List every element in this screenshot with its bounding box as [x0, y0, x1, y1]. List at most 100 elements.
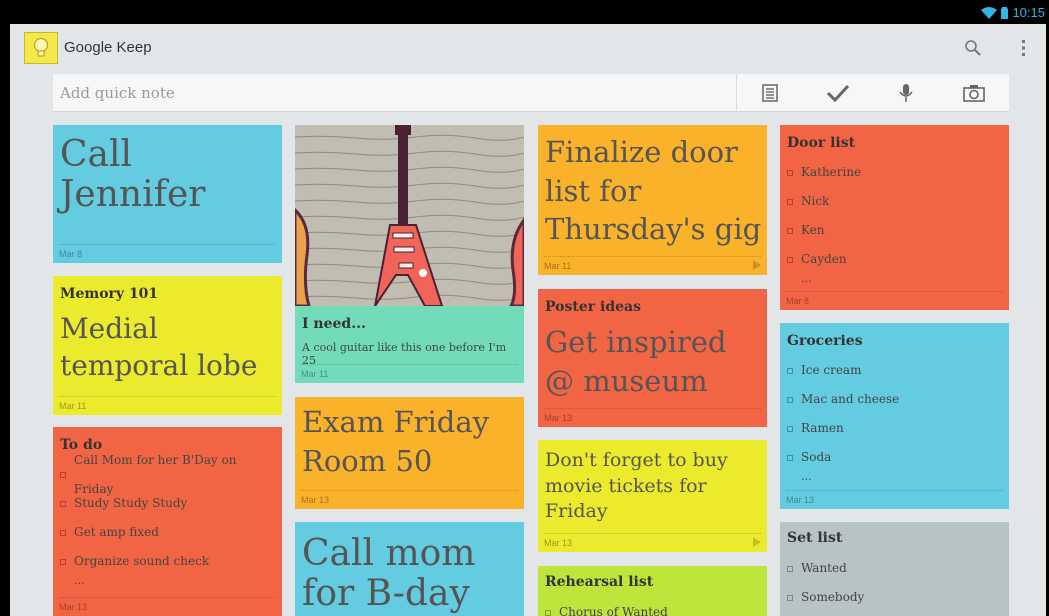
checklist-item[interactable]: Ice cream	[787, 356, 1002, 385]
more-items-ellipsis: ...	[801, 272, 812, 285]
note-card-finalize-door-list[interactable]: Finalize door list for Thursday's gig Ma…	[538, 125, 767, 275]
checklist-item-label: Cayden	[801, 252, 847, 266]
checklist-item[interactable]: Ken	[787, 216, 1002, 245]
new-text-note-button[interactable]	[737, 74, 803, 112]
more-items-ellipsis: ...	[74, 574, 85, 587]
checkbox[interactable]	[787, 565, 793, 572]
checkbox[interactable]	[60, 529, 66, 536]
shared-corner-icon	[753, 260, 761, 270]
overflow-menu-button[interactable]	[1018, 36, 1030, 60]
note-date: Mar 13	[786, 495, 815, 505]
new-list-button[interactable]	[805, 74, 871, 112]
checklist-item[interactable]: Somebody	[787, 583, 1002, 612]
note-card-exam[interactable]: Exam Friday Room 50 Mar 13	[295, 397, 524, 509]
note-card-memory[interactable]: Memory 101 Medial temporal lobe Mar 11	[53, 276, 282, 415]
checkmark-icon	[826, 84, 850, 102]
checklist-item-label: Organize sound check	[74, 554, 210, 568]
guitar-image	[295, 125, 524, 306]
divider	[301, 364, 518, 365]
checklist-item[interactable]: Soda	[787, 443, 1002, 472]
note-card-todo[interactable]: To do Call Mom for her B'Day on Friday S…	[53, 427, 282, 616]
photo-note-button[interactable]	[941, 74, 1007, 112]
checkbox[interactable]	[545, 609, 551, 616]
note-card-call-mom[interactable]: Call mom for B-day	[295, 522, 524, 616]
note-card-rehearsal-list[interactable]: Rehearsal list Chorus of Wanted	[538, 566, 767, 616]
note-title: I need...	[302, 316, 366, 332]
checkbox[interactable]	[787, 227, 793, 234]
checkbox[interactable]	[787, 594, 793, 601]
checklist-item[interactable]: Katherine	[787, 158, 1002, 187]
checkbox[interactable]	[60, 471, 66, 478]
note-body: Don't forget to buy movie tickets for Fr…	[545, 449, 728, 523]
note-card-groceries[interactable]: Groceries Ice cream Mac and cheese Ramen…	[780, 323, 1009, 509]
search-button[interactable]	[961, 36, 985, 60]
checklist-item[interactable]: Organize sound check	[60, 547, 275, 576]
checklist-item-label: Mac and cheese	[801, 392, 900, 406]
clock: 10:15	[1012, 5, 1045, 20]
checklist-item-label: Get amp fixed	[74, 525, 159, 539]
checklist-item[interactable]: Cayden	[787, 245, 1002, 274]
checklist: Wanted Somebody	[787, 554, 1002, 612]
note-card-call-jennifer[interactable]: Call Jennifer Mar 8	[53, 125, 282, 263]
app-title: Google Keep	[64, 39, 152, 56]
checklist-item-label: Chorus of Wanted	[559, 605, 668, 616]
note-title: Groceries	[787, 333, 863, 349]
checkbox[interactable]	[60, 500, 66, 507]
checklist: Katherine Nick Ken Cayden	[787, 158, 1002, 274]
checkbox[interactable]	[787, 169, 793, 176]
divider	[59, 396, 276, 397]
checklist-item[interactable]: Chorus of Wanted	[545, 598, 760, 616]
more-items-ellipsis: ...	[801, 470, 812, 483]
checkbox[interactable]	[787, 425, 793, 432]
checklist-item[interactable]: Get amp fixed	[60, 518, 275, 547]
checkbox[interactable]	[60, 558, 66, 565]
checklist-item-label: Wanted	[801, 561, 847, 575]
note-body: Exam Friday Room 50	[302, 405, 490, 478]
note-date: Mar 13	[59, 602, 88, 612]
checkbox[interactable]	[787, 198, 793, 205]
note-date: Mar 8	[786, 296, 810, 306]
note-title: Set list	[787, 530, 843, 546]
checklist-item-label: Soda	[801, 450, 832, 464]
checklist-item-label: Ken	[801, 223, 825, 237]
checkbox[interactable]	[787, 396, 793, 403]
note-body: Call mom for B-day	[302, 533, 476, 615]
quick-note-input[interactable]	[53, 74, 736, 112]
note-date: Mar 13	[544, 413, 573, 423]
note-body: Get inspired @ museum	[545, 325, 727, 398]
note-body: Call Jennifer	[60, 134, 206, 216]
checkbox[interactable]	[787, 454, 793, 461]
note-body: Finalize door list for Thursday's gig	[545, 135, 762, 247]
checklist-item-label: Ice cream	[801, 363, 862, 377]
checklist-item-label: Study Study Study	[74, 496, 188, 510]
checklist-item-label: Somebody	[801, 590, 865, 604]
divider	[786, 490, 1003, 491]
checklist-item[interactable]: Wanted	[787, 554, 1002, 583]
checkbox[interactable]	[787, 367, 793, 374]
note-date: Mar 13	[301, 495, 330, 505]
note-card-i-need[interactable]: I need... A cool guitar like this one be…	[295, 125, 524, 383]
keep-app: Google Keep Add quick note Call Jennifer…	[10, 24, 1046, 616]
checklist-item[interactable]: Mac and cheese	[787, 385, 1002, 414]
camera-icon	[963, 85, 985, 102]
divider	[544, 408, 761, 409]
note-card-movie-tickets[interactable]: Don't forget to buy movie tickets for Fr…	[538, 440, 767, 552]
checklist-item-label: Katherine	[801, 165, 862, 179]
note-card-door-list[interactable]: Door list Katherine Nick Ken Cayden ... …	[780, 125, 1009, 310]
note-date: Mar 8	[59, 249, 83, 259]
keep-logo-icon[interactable]	[24, 32, 58, 64]
divider	[59, 244, 276, 245]
checklist-item[interactable]: Nick	[787, 187, 1002, 216]
voice-note-button[interactable]	[873, 74, 939, 112]
checklist-item[interactable]: Call Mom for her B'Day on Friday	[60, 453, 275, 496]
checkbox[interactable]	[787, 256, 793, 263]
more-vert-icon	[1022, 40, 1025, 56]
note-card-set-list[interactable]: Set list Wanted Somebody	[780, 522, 1009, 616]
note-title: Memory 101	[60, 286, 159, 302]
note-date: Mar 11	[544, 261, 572, 271]
checklist-item[interactable]: Ramen	[787, 414, 1002, 443]
checklist-item-label: Ramen	[801, 421, 844, 435]
note-card-poster-ideas[interactable]: Poster ideas Get inspired @ museum Mar 1…	[538, 289, 767, 427]
checklist: Ice cream Mac and cheese Ramen Soda	[787, 356, 1002, 472]
search-icon	[965, 40, 981, 56]
